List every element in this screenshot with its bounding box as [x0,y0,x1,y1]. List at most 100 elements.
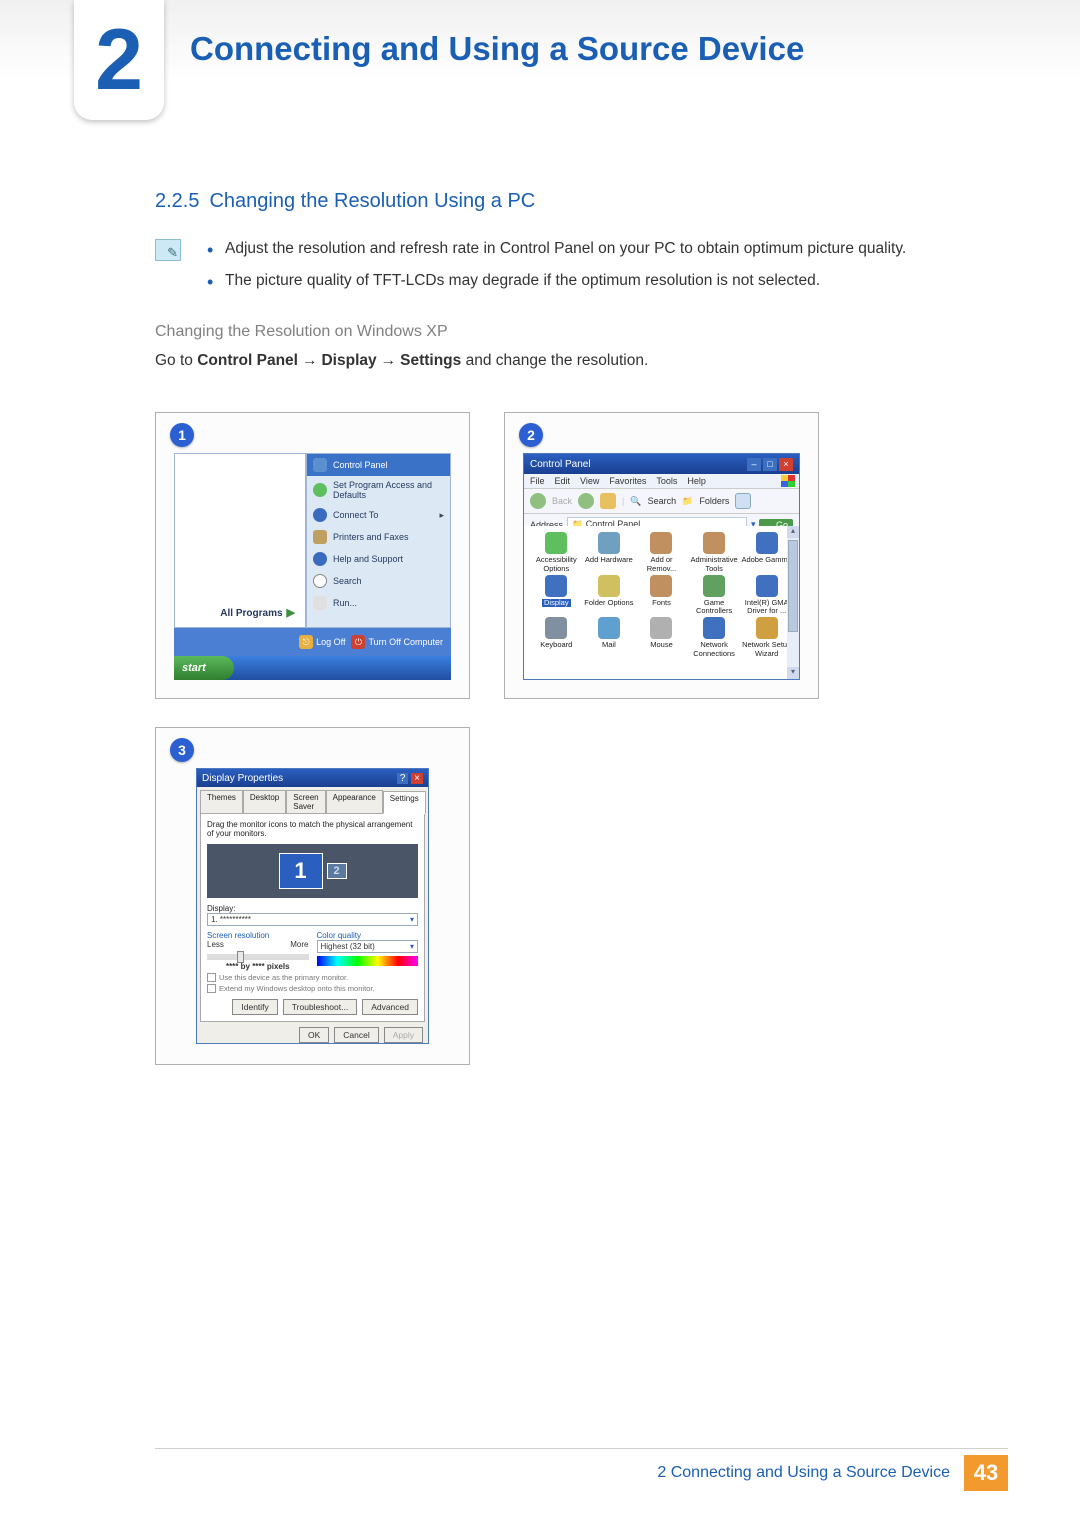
display-label: Display: [207,904,418,913]
menu-edit[interactable]: Edit [555,476,571,486]
start-menu-item[interactable]: Search [307,570,450,592]
cp-item-label: Add Hardware [585,556,633,564]
control-panel-item[interactable]: Add or Remov... [635,532,688,573]
advanced-button[interactable]: Advanced [362,999,418,1015]
control-panel-item[interactable]: Network Setup Wizard [740,617,793,658]
control-panel-item[interactable]: Game Controllers [688,575,741,616]
footer-text: 2 Connecting and Using a Source Device [657,1464,950,1482]
cp-item-label: Mail [602,641,616,649]
views-icon[interactable] [735,493,751,509]
start-menu-item[interactable]: Connect To▸ [307,504,450,526]
chevron-down-icon: ▾ [410,942,414,951]
tab-desktop[interactable]: Desktop [243,790,286,813]
search-icon [313,574,327,588]
cp-item-label: Accessibility Options [530,556,583,573]
control-panel-item[interactable]: Network Connections [688,617,741,658]
window-title: Control Panel [530,459,591,470]
maximize-icon[interactable]: □ [763,458,777,471]
control-panel-item[interactable]: Accessibility Options [530,532,583,573]
menu-favorites[interactable]: Favorites [609,476,646,486]
start-menu-item[interactable]: Set Program Access and Defaults [307,476,450,504]
apply-button[interactable]: Apply [384,1027,423,1043]
scroll-up-icon[interactable]: ▴ [787,526,799,538]
cp-item-label: Network Setup Wizard [740,641,793,658]
color-quality-select[interactable]: Highest (32 bit)▾ [317,940,419,953]
note-bullet: Adjust the resolution and refresh rate i… [203,237,906,261]
turn-off-button[interactable]: ⏻Turn Off Computer [351,635,443,649]
start-button[interactable]: start [174,656,234,680]
cp-item-label: Intel(R) GMA Driver for ... [740,599,793,616]
scrollbar-thumb[interactable] [788,540,798,632]
note-icon [155,239,181,261]
tab-appearance[interactable]: Appearance [326,790,383,813]
control-panel-item[interactable]: Fonts [635,575,688,616]
figure-control-panel: 2 Control Panel – □ × File Edit View Fav… [504,412,819,699]
slider-knob[interactable] [237,951,244,963]
cp-item-label: Fonts [652,599,671,607]
folders-icon[interactable]: 📁 [682,496,693,507]
cp-item-icon [756,532,778,554]
help-icon[interactable]: ? [397,773,409,784]
control-panel-item[interactable]: Administrative Tools [688,532,741,573]
cp-item-icon [703,575,725,597]
section-title: Changing the Resolution Using a PC [209,190,535,212]
display-select[interactable]: 1. **********▾ [207,913,418,926]
menu-bar: File Edit View Favorites Tools Help [524,474,799,489]
connect-icon [313,508,327,522]
menu-view[interactable]: View [580,476,599,486]
control-panel-item[interactable]: Add Hardware [583,532,636,573]
scrollbar[interactable]: ▴ ▾ [787,526,799,679]
cp-item-label: Adobe Gamma [741,556,791,564]
control-panel-item[interactable]: Mouse [635,617,688,658]
control-panel-item[interactable]: Folder Options [583,575,636,616]
checkbox-primary-monitor[interactable]: Use this device as the primary monitor. [207,973,418,982]
search-icon[interactable]: 🔍 [630,496,641,507]
cp-item-label: Keyboard [540,641,572,649]
minimize-icon[interactable]: – [747,458,761,471]
tab-screen-saver[interactable]: Screen Saver [286,790,325,813]
cp-item-icon [598,575,620,597]
start-menu-item[interactable]: Printers and Faxes [307,526,450,548]
back-icon[interactable] [530,493,546,509]
log-off-button[interactable]: ⎋Log Off [299,635,345,649]
scroll-down-icon[interactable]: ▾ [787,667,799,679]
control-panel-item[interactable]: Display [530,575,583,616]
all-programs[interactable]: All Programs▶ [175,606,305,619]
monitor-2[interactable]: 2 [327,863,347,879]
cp-item-label: Network Connections [688,641,741,658]
monitor-1[interactable]: 1 [279,853,323,889]
chapter-title: Connecting and Using a Source Device [190,30,804,68]
checkbox-extend-desktop[interactable]: Extend my Windows desktop onto this moni… [207,984,418,993]
troubleshoot-button[interactable]: Troubleshoot... [283,999,357,1015]
section-heading: 2.2.5Changing the Resolution Using a PC [155,190,980,213]
start-menu-item-control-panel[interactable]: Control Panel [307,454,450,476]
close-icon[interactable]: × [411,773,423,784]
page-number: 43 [964,1455,1008,1491]
control-panel-item[interactable]: Mail [583,617,636,658]
menu-file[interactable]: File [530,476,545,486]
chapter-number: 2 [95,17,143,103]
printers-icon [313,530,327,544]
control-panel-item[interactable]: Adobe Gamma [740,532,793,573]
close-icon[interactable]: × [779,458,793,471]
ok-button[interactable]: OK [299,1027,329,1043]
forward-icon[interactable] [578,493,594,509]
resolution-slider[interactable] [207,954,309,960]
cp-item-icon [545,575,567,597]
menu-tools[interactable]: Tools [656,476,677,486]
identify-button[interactable]: Identify [232,999,277,1015]
control-panel-item[interactable]: Keyboard [530,617,583,658]
start-menu-item[interactable]: Help and Support [307,548,450,570]
tab-settings[interactable]: Settings [383,791,426,814]
start-menu-item[interactable]: Run... [307,592,450,614]
cancel-button[interactable]: Cancel [334,1027,378,1043]
tab-themes[interactable]: Themes [200,790,243,813]
resolution-label: Screen resolution [207,931,309,940]
menu-help[interactable]: Help [687,476,706,486]
control-panel-item[interactable]: Intel(R) GMA Driver for ... [740,575,793,616]
window-titlebar: Display Properties ? × [197,769,428,787]
up-icon[interactable] [600,493,616,509]
chapter-number-badge: 2 [74,0,164,120]
page-footer: 2 Connecting and Using a Source Device 4… [0,1455,1008,1491]
monitor-arrangement[interactable]: 1 2 [207,844,418,898]
